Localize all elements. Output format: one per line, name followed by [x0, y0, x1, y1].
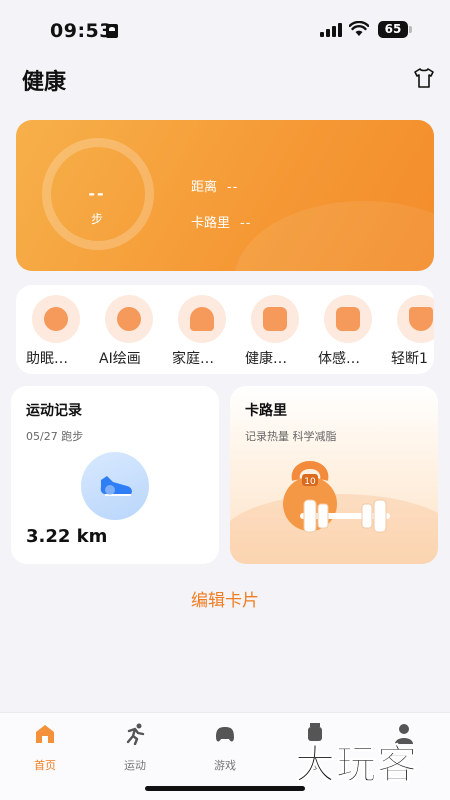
kettlebell-number: 10 [304, 477, 316, 487]
tab-label: 首页 [34, 759, 56, 772]
feature-label: 体感… [318, 351, 360, 367]
running-shoe-icon [81, 452, 149, 520]
status-time: 09:53 [50, 20, 113, 42]
card-title: 运动记录 [26, 403, 82, 419]
health-report-icon [251, 295, 299, 343]
calorie-metric: 卡路里 -- [191, 212, 251, 231]
running-icon [126, 723, 145, 746]
page-title: 健康 [22, 70, 67, 95]
card-subtitle: 05/27 跑步 [26, 430, 84, 443]
feature-motion-game[interactable]: 体感… [318, 295, 378, 368]
watermark: 大玩客 [295, 742, 418, 789]
feature-label: 轻断1 [391, 351, 428, 367]
gamepad-icon [216, 727, 234, 742]
card-subtitle: 记录热量 科学减脂 [245, 430, 337, 443]
distance-metric: 距离 -- [191, 176, 238, 195]
exercise-distance: 3.22 km [26, 526, 108, 547]
battery-icon: 65 [378, 21, 412, 38]
home-indicator [145, 786, 305, 791]
tab-sports[interactable]: 运动 [105, 723, 165, 773]
home-icon [36, 725, 54, 743]
fasting-icon [397, 295, 434, 343]
tab-home[interactable]: 首页 [15, 723, 75, 773]
steps-label: 步 [90, 212, 103, 226]
edit-cards-link[interactable]: 编辑卡片 [0, 586, 450, 611]
sleep-icon [32, 295, 80, 343]
wifi-icon [349, 21, 369, 36]
card-title: 卡路里 [245, 403, 287, 419]
tab-games[interactable]: 游戏 [195, 723, 255, 773]
palette-icon [105, 295, 153, 343]
feature-health-report[interactable]: 健康… [245, 295, 305, 368]
feature-home-health[interactable]: 家庭… [172, 295, 232, 368]
motion-game-icon [324, 295, 372, 343]
calorie-label: 卡路里 [191, 216, 231, 231]
feature-label: AI绘画 [99, 351, 141, 367]
tab-label: 游戏 [214, 759, 236, 772]
feature-fasting[interactable]: 轻断1 [391, 295, 434, 368]
cellular-signal-icon [320, 23, 342, 37]
feature-label: 家庭… [172, 351, 214, 367]
feature-ai-painting[interactable]: AI绘画 [99, 295, 159, 368]
distance-value: -- [227, 180, 239, 195]
calorie-card[interactable]: 卡路里 记录热量 科学减脂 10 [230, 386, 438, 564]
feature-shortcuts: 助眠… AI绘画 家庭… 健康… 体感… 轻断1 [16, 285, 434, 374]
feature-sleep-aid[interactable]: 助眠… [26, 295, 86, 368]
exercise-record-card[interactable]: 运动记录 05/27 跑步 3.22 km [11, 386, 219, 564]
dumbbell-icon [300, 499, 390, 533]
calorie-value: -- [240, 216, 252, 231]
shirt-icon[interactable] [412, 66, 436, 90]
decorative-blob [234, 201, 434, 271]
feature-label: 健康… [245, 351, 287, 367]
home-health-icon [178, 295, 226, 343]
steps-value: -- [88, 184, 106, 203]
status-bar: 09:53 65 [0, 0, 450, 58]
tab-label: 运动 [124, 759, 146, 772]
distance-label: 距离 [191, 180, 218, 195]
feature-label: 助眠… [26, 351, 68, 367]
activity-summary-card[interactable]: -- 步 距离 -- 卡路里 -- [16, 120, 434, 271]
contact-card-icon [106, 24, 118, 38]
